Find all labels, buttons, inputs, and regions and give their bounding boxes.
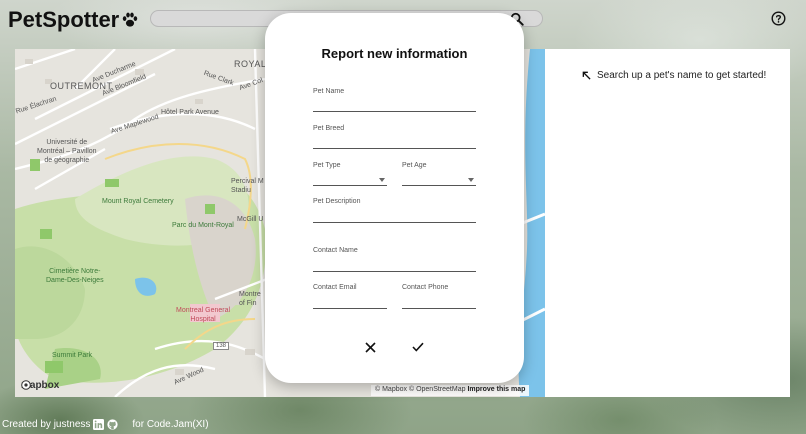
- pet-type-dropdown-icon: [379, 178, 385, 182]
- map-label-parc-mont-royal: Parc du Mont-Royal: [172, 222, 234, 229]
- contact-phone-field[interactable]: Contact Phone: [402, 284, 476, 309]
- pet-age-dropdown-icon: [468, 178, 474, 182]
- submit-button[interactable]: [410, 339, 426, 355]
- map-label-royal: ROYAL: [234, 59, 267, 69]
- cancel-button[interactable]: [362, 339, 378, 355]
- attribution-mapbox-link[interactable]: © Mapbox: [375, 386, 407, 393]
- pet-age-label: Pet Age: [402, 162, 427, 169]
- pet-breed-label: Pet Breed: [313, 125, 345, 132]
- paw-icon: [123, 12, 138, 27]
- attribution-improve-link[interactable]: Improve this map: [467, 386, 525, 393]
- map-label-montre: Montre of Fin: [239, 291, 261, 307]
- pet-age-select[interactable]: Pet Age: [402, 162, 476, 186]
- footer-for-text: for Code.Jam(XI): [132, 419, 209, 430]
- contact-phone-label: Contact Phone: [402, 284, 449, 291]
- map-label-percival: Percival M Stadiu: [231, 178, 264, 194]
- close-icon: [364, 341, 376, 353]
- help-icon[interactable]: [771, 11, 786, 26]
- map-label-outremont: OUTREMONT: [50, 81, 113, 91]
- map-label-mount-royal-cemetery: Mount Royal Cemetery: [102, 198, 174, 205]
- modal-title: Report new information: [321, 46, 468, 61]
- map-label-universite: Université de Montréal – Pavillon de géo…: [37, 139, 97, 164]
- contact-name-label: Contact Name: [313, 247, 358, 254]
- pet-name-label: Pet Name: [313, 88, 345, 95]
- footer-created-by: Created by justness: [2, 419, 91, 430]
- attribution-osm-link[interactable]: © OpenStreetMap: [409, 386, 466, 393]
- linkedin-icon[interactable]: [93, 419, 105, 430]
- contact-name-field[interactable]: Contact Name: [313, 247, 476, 272]
- search-hint-text: Search up a pet's name to get started!: [597, 70, 767, 81]
- mapbox-logo[interactable]: mapbox: [21, 380, 59, 391]
- pet-breed-field[interactable]: Pet Breed: [313, 125, 476, 149]
- pet-name-field[interactable]: Pet Name: [313, 88, 476, 112]
- contact-email-label: Contact Email: [313, 284, 357, 291]
- check-icon: [412, 342, 424, 352]
- map-label-summit-park: Summit Park: [52, 352, 93, 359]
- contact-email-field[interactable]: Contact Email: [313, 284, 387, 309]
- app-logo[interactable]: PetSpotter: [8, 7, 139, 33]
- search-hint: Search up a pet's name to get started!: [582, 70, 766, 81]
- map-attribution: © Mapbox © OpenStreetMap Improve this ma…: [371, 385, 530, 396]
- pet-type-label: Pet Type: [313, 162, 341, 169]
- github-icon[interactable]: [107, 419, 119, 430]
- arrow-up-left-icon: [582, 71, 591, 80]
- mapbox-logo-icon: [21, 380, 31, 390]
- map-label-mcgill: McGill U: [237, 216, 264, 223]
- side-panel: Search up a pet's name to get started!: [545, 49, 790, 397]
- map-label-cimetiere: Cimetière Notre- Dame-Des-Neiges: [46, 268, 104, 284]
- pet-description-label: Pet Description: [313, 198, 361, 205]
- pet-type-select[interactable]: Pet Type: [313, 162, 387, 186]
- footer: Created by justness for Code.Jam(XI): [2, 419, 209, 430]
- map-label-montreal-general: Montreal General Hospital: [176, 307, 231, 323]
- pet-description-field[interactable]: Pet Description: [313, 198, 476, 223]
- report-modal: Report new information Pet Name Pet Bree…: [265, 13, 524, 383]
- app-title: PetSpotter: [8, 7, 120, 32]
- map-label-hotel-park: Hôtel Park Avenue: [161, 109, 219, 116]
- map-route-138-shield: 138: [213, 342, 230, 350]
